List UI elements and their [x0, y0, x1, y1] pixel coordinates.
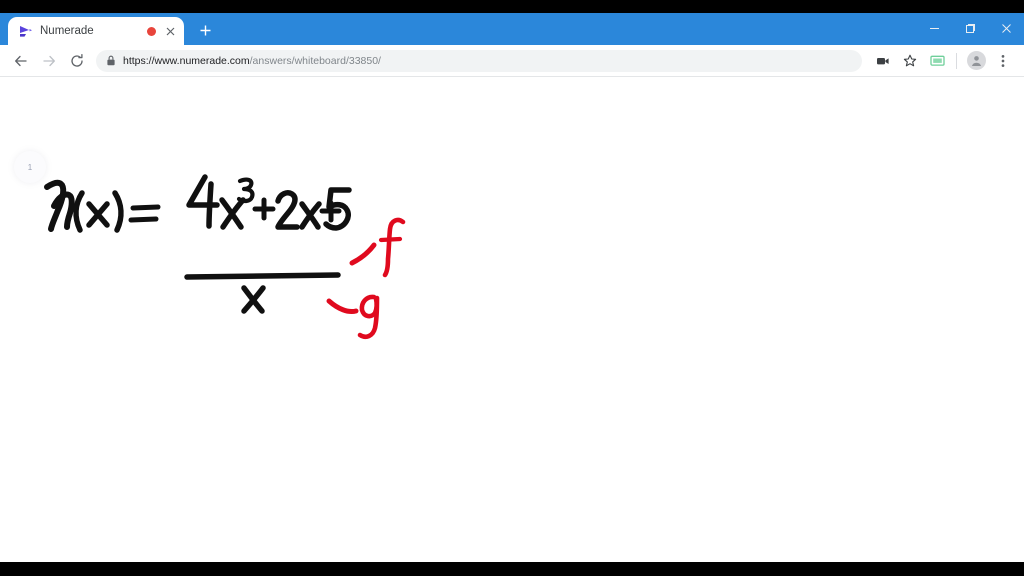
ink-annotation-f	[349, 217, 406, 278]
screen: Numerade https://www.numerade.com/answer…	[0, 0, 1024, 576]
reload-icon[interactable]	[64, 48, 90, 74]
tab-numerade[interactable]: Numerade	[8, 17, 184, 45]
ink-equation-lhs	[44, 179, 161, 233]
tab-title: Numerade	[40, 25, 94, 37]
letterbox-bottom	[0, 562, 1024, 576]
url-text: https://www.numerade.com/answers/whitebo…	[123, 55, 381, 67]
profile-avatar-icon[interactable]	[963, 48, 989, 74]
url-origin: https://www.numerade.com	[123, 54, 250, 67]
back-arrow-icon[interactable]	[8, 48, 34, 74]
whiteboard-page: 1	[0, 77, 1024, 562]
video-camera-icon[interactable]	[870, 48, 896, 74]
toolbar-actions	[870, 48, 1016, 74]
ink-denominator	[241, 285, 266, 314]
toolbar-divider	[956, 52, 957, 69]
window-close-icon[interactable]	[988, 13, 1024, 43]
recording-dot-icon	[147, 26, 156, 36]
window-controls	[916, 13, 1024, 43]
minimize-icon[interactable]	[916, 13, 952, 43]
address-bar[interactable]: https://www.numerade.com/answers/whitebo…	[96, 49, 862, 72]
whiteboard-canvas[interactable]	[0, 77, 1024, 562]
ink-numerator	[186, 174, 352, 231]
forward-arrow-icon[interactable]	[36, 48, 62, 74]
cast-screen-icon[interactable]	[924, 48, 950, 74]
ink-fraction-bar	[184, 272, 341, 280]
star-bookmark-icon[interactable]	[897, 48, 923, 74]
browser-window: Numerade https://www.numerade.com/answer…	[0, 13, 1024, 562]
maximize-restore-icon[interactable]	[952, 13, 988, 43]
browser-toolbar: https://www.numerade.com/answers/whitebo…	[0, 45, 1024, 77]
three-dot-menu-icon[interactable]	[990, 48, 1016, 74]
lock-icon	[106, 55, 116, 66]
letterbox-top	[0, 0, 1024, 13]
new-tab-button[interactable]	[192, 17, 218, 43]
tab-strip: Numerade	[0, 13, 1024, 45]
ink-annotation-g	[326, 294, 380, 340]
url-path: /answers/whiteboard/33850/	[249, 54, 381, 67]
close-icon[interactable]	[163, 24, 178, 39]
avatar	[966, 51, 986, 70]
numerade-play-logo-icon	[18, 24, 33, 39]
